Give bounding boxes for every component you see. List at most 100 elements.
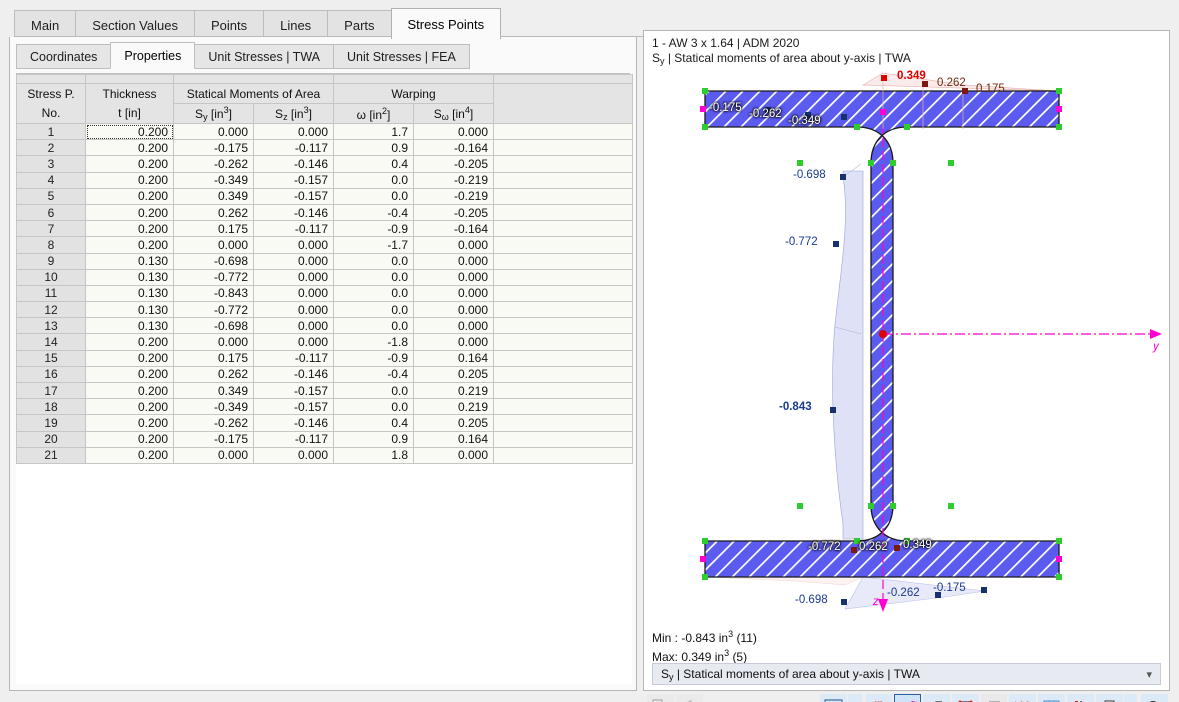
cell-row-number[interactable]: 14 — [16, 333, 86, 351]
cell-s-omega[interactable]: -0.205 — [413, 155, 494, 173]
cell-sz[interactable]: -0.117 — [253, 349, 334, 367]
show-numbering-icon[interactable]: 123 — [1009, 694, 1037, 702]
cell-omega[interactable]: 0.4 — [333, 414, 414, 432]
show-shear-center-icon[interactable]: SC — [923, 694, 950, 702]
cell-sz[interactable]: 0.000 — [253, 236, 334, 254]
table-row[interactable]: 12 0.130 -0.772 0.000 0.0 0.000 — [16, 301, 633, 319]
tab-section-values[interactable]: Section Values — [75, 10, 195, 39]
cell-thickness[interactable]: 0.130 — [85, 301, 174, 319]
cell-omega[interactable]: 0.9 — [333, 139, 414, 157]
cell-s-omega[interactable]: 0.000 — [413, 284, 494, 303]
cell-omega[interactable]: -0.9 — [333, 349, 414, 367]
import-section-icon[interactable] — [647, 694, 674, 702]
color-scale-icon[interactable] — [1066, 694, 1094, 702]
table-row[interactable]: 19 0.200 -0.262 -0.146 0.4 0.205 — [16, 414, 633, 432]
cell-omega[interactable]: 0.0 — [333, 381, 414, 400]
cell-omega[interactable]: -1.8 — [333, 333, 414, 351]
tab-points[interactable]: Points — [193, 10, 265, 39]
table-row[interactable]: 11 0.130 -0.843 0.000 0.0 0.000 — [16, 284, 633, 303]
cell-thickness[interactable]: 0.130 — [85, 268, 174, 286]
cell-sz[interactable]: 0.000 — [253, 333, 334, 351]
cell-row-number[interactable]: 3 — [16, 155, 86, 173]
print-icon[interactable] — [1095, 694, 1123, 702]
cell-sz[interactable]: -0.117 — [253, 430, 334, 448]
cell-omega[interactable]: 0.0 — [333, 317, 414, 335]
cell-s-omega[interactable]: 0.219 — [413, 381, 494, 400]
cell-sz[interactable]: -0.146 — [253, 155, 334, 173]
cell-s-omega[interactable]: 0.000 — [413, 122, 494, 141]
cell-sy[interactable]: -0.698 — [173, 317, 254, 335]
table-row[interactable]: 16 0.200 0.262 -0.146 -0.4 0.205 — [16, 365, 633, 384]
table-row[interactable]: 4 0.200 -0.349 -0.157 0.0 -0.219 — [16, 171, 633, 189]
cell-s-omega[interactable]: 0.219 — [413, 398, 494, 416]
show-grid-icon[interactable] — [1038, 694, 1065, 702]
cell-thickness[interactable]: 0.130 — [85, 317, 174, 335]
cell-row-number[interactable]: 4 — [16, 171, 86, 189]
table-row[interactable]: 6 0.200 0.262 -0.146 -0.4 -0.205 — [16, 203, 633, 222]
table-row[interactable]: 7 0.200 0.175 -0.117 -0.9 -0.164 — [16, 220, 633, 238]
cell-s-omega[interactable]: 0.000 — [413, 301, 494, 319]
cell-thickness[interactable]: 0.200 — [85, 220, 174, 238]
cell-row-number[interactable]: 16 — [16, 365, 86, 384]
section-outline-icon[interactable] — [675, 694, 703, 702]
cell-sz[interactable]: -0.157 — [253, 171, 334, 189]
cell-s-omega[interactable]: 0.164 — [413, 430, 494, 448]
cell-s-omega[interactable]: 0.000 — [413, 268, 494, 286]
cell-omega[interactable]: 0.0 — [333, 187, 414, 205]
cell-sz[interactable]: 0.000 — [253, 122, 334, 141]
show-section-shape-icon[interactable] — [980, 694, 1008, 702]
tab-stress-points[interactable]: Stress Points — [390, 8, 502, 39]
cell-omega[interactable]: 0.0 — [333, 284, 414, 303]
cell-omega[interactable]: 0.0 — [333, 252, 414, 270]
cell-omega[interactable]: 0.0 — [333, 268, 414, 286]
cell-sy[interactable]: 0.349 — [173, 381, 254, 400]
cell-sz[interactable]: 0.000 — [253, 446, 334, 464]
cell-s-omega[interactable]: 0.000 — [413, 236, 494, 254]
cell-sy[interactable]: -0.349 — [173, 398, 254, 416]
cell-row-number[interactable]: 21 — [16, 446, 86, 464]
cell-s-omega[interactable]: 0.164 — [413, 349, 494, 367]
cell-thickness[interactable]: 0.200 — [85, 236, 174, 254]
cell-sy[interactable]: -0.772 — [173, 301, 254, 319]
cell-thickness[interactable]: 0.200 — [85, 187, 174, 205]
subtab-unit-stresses-twa[interactable]: Unit Stresses | TWA — [194, 44, 334, 69]
cell-thickness[interactable]: 0.200 — [85, 203, 174, 222]
show-stress-points-icon[interactable] — [820, 694, 847, 702]
cell-sz[interactable]: 0.000 — [253, 284, 334, 303]
table-row[interactable]: 9 0.130 -0.698 0.000 0.0 0.000 — [16, 252, 633, 270]
cell-sz[interactable]: -0.157 — [253, 398, 334, 416]
cell-omega[interactable]: -0.9 — [333, 220, 414, 238]
cell-thickness[interactable]: 0.200 — [85, 446, 174, 464]
cell-row-number[interactable]: 7 — [16, 220, 86, 238]
cell-row-number[interactable]: 19 — [16, 414, 86, 432]
cell-row-number[interactable]: 6 — [16, 203, 86, 222]
cell-thickness[interactable]: 0.130 — [85, 252, 174, 270]
cell-omega[interactable]: -1.7 — [333, 236, 414, 254]
cell-row-number[interactable]: 1 — [16, 122, 86, 141]
cell-s-omega[interactable]: 0.000 — [413, 252, 494, 270]
table-row[interactable]: 14 0.200 0.000 0.000 -1.8 0.000 — [16, 333, 633, 351]
subtab-coordinates[interactable]: Coordinates — [16, 44, 112, 69]
cell-sz[interactable]: 0.000 — [253, 317, 334, 335]
table-row[interactable]: 2 0.200 -0.175 -0.117 0.9 -0.164 — [16, 139, 633, 157]
cell-row-number[interactable]: 12 — [16, 301, 86, 319]
cell-sy[interactable]: -0.262 — [173, 155, 254, 173]
cell-sy[interactable]: 0.175 — [173, 349, 254, 367]
cell-sy[interactable]: -0.175 — [173, 430, 254, 448]
cell-row-number[interactable]: 20 — [16, 430, 86, 448]
subtab-unit-stresses-fea[interactable]: Unit Stresses | FEA — [333, 44, 470, 69]
cell-thickness[interactable]: 0.200 — [85, 333, 174, 351]
cell-s-omega[interactable]: 0.000 — [413, 317, 494, 335]
cell-thickness[interactable]: 0.200 — [85, 414, 174, 432]
tab-parts[interactable]: Parts — [327, 10, 392, 39]
cell-sz[interactable]: -0.117 — [253, 139, 334, 157]
cell-omega[interactable]: 0.9 — [333, 430, 414, 448]
cell-omega[interactable]: 0.0 — [333, 171, 414, 189]
cell-sy[interactable]: 0.262 — [173, 203, 254, 222]
cell-sz[interactable]: -0.146 — [253, 203, 334, 222]
cell-row-number[interactable]: 15 — [16, 349, 86, 367]
cell-thickness[interactable]: 0.200 — [85, 171, 174, 189]
cell-sy[interactable]: -0.772 — [173, 268, 254, 286]
cell-thickness[interactable]: 0.200 — [85, 349, 174, 367]
cell-omega[interactable]: 0.4 — [333, 155, 414, 173]
